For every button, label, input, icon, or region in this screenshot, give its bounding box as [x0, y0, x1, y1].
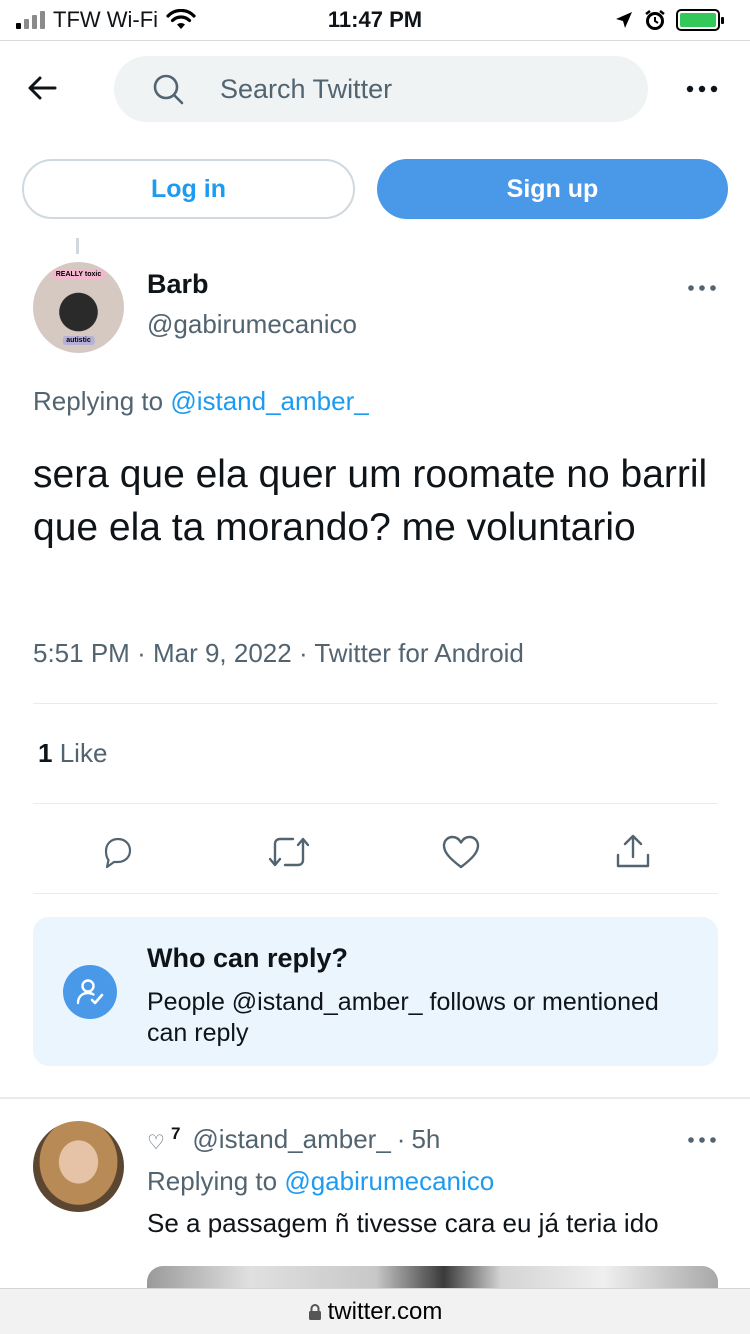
person-check-icon — [63, 965, 117, 1019]
tweet-source[interactable]: Twitter for Android — [314, 638, 524, 668]
back-arrow-icon — [28, 76, 57, 100]
like-count: 1 — [38, 738, 53, 768]
signal-icon — [16, 11, 45, 29]
avatar-tag-top: REALLY toxic — [51, 270, 106, 279]
login-button[interactable]: Log in — [22, 159, 355, 219]
more-icon — [688, 1137, 716, 1143]
browser-url: twitter.com — [327, 1297, 443, 1325]
more-icon — [686, 85, 718, 93]
status-divider — [0, 40, 750, 41]
tweet-actions — [0, 830, 750, 874]
meta-separator: · — [298, 638, 315, 668]
more-options-button[interactable] — [682, 74, 722, 104]
tweet-date[interactable]: Mar 9, 2022 — [153, 638, 292, 668]
wifi-icon — [166, 9, 196, 29]
replying-mention-link[interactable]: @gabirumecanico — [284, 1166, 494, 1196]
who-can-reply-card: Who can reply? People @istand_amber_ fol… — [33, 917, 718, 1066]
reply-button[interactable] — [95, 830, 139, 874]
replying-mention-link[interactable]: @istand_amber_ — [170, 386, 368, 416]
divider — [33, 703, 718, 704]
reply-more-button[interactable] — [682, 1128, 722, 1152]
tweet-meta: 5:51 PM · Mar 9, 2022 · Twitter for Andr… — [33, 638, 524, 669]
reply-handle[interactable]: @istand_amber_ — [192, 1124, 390, 1155]
reply-like-count: 7 — [170, 1124, 181, 1143]
search-icon — [153, 74, 184, 105]
status-bar: TFW Wi-Fi 11:47 PM — [0, 0, 750, 40]
search-box[interactable] — [114, 56, 648, 122]
carrier-name: TFW Wi-Fi — [53, 7, 159, 32]
reply-replying-to: Replying to @gabirumecanico — [147, 1166, 494, 1197]
top-nav — [0, 56, 750, 122]
more-icon — [688, 285, 716, 291]
section-divider — [0, 1097, 750, 1099]
who-can-reply-title: Who can reply? — [147, 943, 349, 973]
like-label: Like — [59, 738, 108, 768]
signup-button[interactable]: Sign up — [377, 159, 728, 219]
back-button[interactable] — [22, 68, 62, 108]
reply-text: Se a passagem ñ tivesse cara eu já teria… — [147, 1208, 659, 1238]
alarm-icon — [645, 10, 665, 30]
share-button[interactable] — [611, 830, 655, 874]
user-handle[interactable]: @gabirumecanico — [147, 309, 357, 340]
status-left: TFW Wi-Fi — [16, 7, 196, 33]
retweet-button[interactable] — [267, 830, 311, 874]
heart-icon: ♡ — [147, 1132, 165, 1154]
replying-prefix: Replying to — [33, 386, 164, 416]
reply-avatar[interactable] — [33, 1121, 124, 1212]
lock-icon — [308, 1303, 321, 1320]
like-icon — [442, 835, 480, 869]
reply-separator: · — [396, 1124, 406, 1154]
reply-icon — [104, 837, 132, 869]
like-button[interactable] — [439, 830, 483, 874]
display-name[interactable]: Barb — [147, 269, 209, 300]
avatar-tag-bottom: autistic — [62, 336, 95, 345]
avatar[interactable]: REALLY toxic autistic — [33, 262, 124, 353]
retweet-icon — [268, 837, 310, 867]
replying-to: Replying to @istand_amber_ — [33, 386, 369, 417]
battery-icon — [676, 9, 724, 31]
status-right — [614, 9, 724, 31]
replying-prefix: Replying to — [147, 1166, 278, 1196]
divider — [33, 803, 718, 804]
tweet-time[interactable]: 5:51 PM — [33, 638, 130, 668]
search-input[interactable] — [220, 73, 600, 105]
thread-line — [76, 238, 79, 254]
browser-url-bar[interactable]: twitter.com — [0, 1288, 750, 1334]
location-icon — [616, 12, 632, 28]
reply-time[interactable]: 5h — [411, 1124, 440, 1155]
share-icon — [616, 834, 650, 868]
divider — [33, 893, 718, 894]
reply-header: ♡ 7 @istand_amber_ · 5h — [147, 1124, 440, 1155]
meta-separator: · — [137, 638, 153, 668]
likes-summary[interactable]: 1 Like — [38, 738, 107, 769]
tweet-text: sera que ela quer um roomate no barril q… — [33, 453, 708, 549]
tweet-more-button[interactable] — [682, 276, 722, 300]
who-can-reply-body: People @istand_amber_ follows or mention… — [147, 988, 659, 1047]
